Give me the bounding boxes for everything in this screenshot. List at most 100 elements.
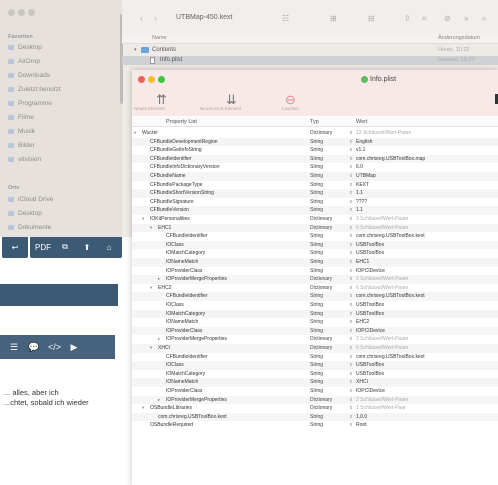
disclosure-triangle-icon[interactable]: ▾ — [142, 216, 144, 222]
list-view-icon[interactable]: ☷ — [282, 14, 289, 23]
plist-row[interactable]: IONameMatch String ⬍ EHC1 — [132, 258, 498, 267]
plist-type[interactable]: Dictionary — [310, 225, 332, 231]
sidebar-item[interactable]: Filme — [8, 114, 34, 121]
type-stepper-icon[interactable]: ⬍ — [349, 199, 353, 205]
plist-type[interactable]: String — [310, 207, 323, 213]
editor-icon[interactable]: ▶ — [68, 342, 80, 353]
type-stepper-icon[interactable]: ⬍ — [349, 268, 353, 274]
type-stepper-icon[interactable]: ⬍ — [349, 362, 353, 368]
plist-row[interactable]: ▾ OSBundleLibraries Dictionary ⬍ 1 Schlüssel… — [132, 404, 498, 413]
type-stepper-icon[interactable]: ⬍ — [349, 259, 353, 265]
type-stepper-icon[interactable]: ⬍ — [349, 354, 353, 360]
disclosure-triangle-icon[interactable]: ▸ — [158, 276, 160, 282]
editor-icon[interactable]: </> — [48, 342, 61, 352]
plist-row[interactable]: ▸ IOProviderMergeProperties Dictionary ⬍ 2 S… — [132, 335, 498, 344]
type-stepper-icon[interactable]: ⬍ — [349, 328, 353, 334]
plist-value[interactable]: v1.1 — [356, 147, 365, 153]
disclosure-triangle-icon[interactable]: ▾ — [150, 285, 152, 291]
plist-row[interactable]: CFBundlePackageType String ⬍ KEXT — [132, 181, 498, 190]
type-stepper-icon[interactable]: ⬍ — [349, 311, 353, 317]
plist-row[interactable]: IONameMatch String ⬍ XHCI — [132, 378, 498, 387]
type-stepper-icon[interactable]: ⬍ — [349, 156, 353, 162]
type-stepper-icon[interactable]: ⬍ — [349, 225, 353, 231]
plist-type[interactable]: Dictionary — [310, 397, 332, 403]
tag-icon[interactable]: ⌗ — [422, 14, 427, 24]
plist-row[interactable]: IOClass String ⬍ USBToolBox — [132, 301, 498, 310]
plist-type[interactable]: String — [310, 156, 323, 162]
plist-row[interactable]: CFBundleName String ⬍ UTBMap — [132, 172, 498, 181]
plist-row[interactable]: com.chrisreg.USBToolBox.kext String ⬍ 1.0.0 — [132, 412, 498, 422]
plist-row[interactable]: ▸ IOProviderMergeProperties Dictionary ⬍ 2 S… — [132, 395, 498, 405]
plist-row[interactable]: IOClass String ⬍ USBToolBox — [132, 240, 498, 250]
type-stepper-icon[interactable]: ⬍ — [349, 414, 353, 420]
editor-icon[interactable]: 💬 — [28, 342, 40, 353]
zoom-button[interactable] — [28, 9, 35, 16]
plist-type[interactable]: Dictionary — [310, 405, 332, 411]
share-icon[interactable]: ⇧ — [404, 14, 411, 23]
plist-row[interactable]: CFBundleIdentifier String ⬍ com.chrisreg.US… — [132, 292, 498, 301]
group-icon[interactable]: ⊟ — [368, 14, 375, 23]
column-value[interactable]: Wert — [356, 119, 368, 125]
plist-value[interactable]: 6 Schlüssel/Wert-Paare — [356, 345, 408, 351]
plist-value[interactable]: com.chrisreg.USBToolBox.kext — [356, 354, 425, 360]
plist-type[interactable]: String — [310, 242, 323, 248]
plist-type[interactable]: String — [310, 311, 323, 317]
plist-value[interactable]: com.chrisreg.USBToolBox.kext — [356, 293, 425, 299]
plist-type[interactable]: String — [310, 302, 323, 308]
plist-type[interactable]: String — [310, 268, 323, 274]
type-stepper-icon[interactable]: ⬍ — [349, 345, 353, 351]
type-stepper-icon[interactable]: ⬍ — [349, 285, 353, 291]
plist-row[interactable]: IOProviderClass String ⬍ IOPCIDevice — [132, 326, 498, 336]
type-stepper-icon[interactable]: ⬍ — [349, 397, 353, 403]
plist-row[interactable]: CFBundleDevelopmentRegion String ⬍ English — [132, 137, 498, 147]
plist-value[interactable]: IOPCIDevice — [356, 388, 385, 394]
more-icon[interactable]: » — [464, 14, 468, 23]
type-stepper-icon[interactable]: ⬍ — [349, 302, 353, 308]
plist-row[interactable]: CFBundleVersion String ⬍ 1.1 — [132, 206, 498, 215]
plist-row[interactable]: IOMatchCategory String ⬍ USBToolBox — [132, 370, 498, 379]
disclosure-triangle-icon[interactable]: ▸ — [158, 336, 160, 342]
disclosure-triangle-icon[interactable]: ▾ — [134, 47, 137, 53]
disclosure-triangle-icon[interactable]: ▾ — [142, 405, 144, 411]
type-stepper-icon[interactable]: ⬍ — [349, 336, 353, 342]
plist-row[interactable]: ▾ EHC1 Dictionary ⬍ 6 Schlüssel/Wert-Paare — [132, 223, 498, 233]
type-stepper-icon[interactable]: ⬍ — [349, 422, 353, 428]
plist-row[interactable]: IOMatchCategory String ⬍ USBToolBox — [132, 309, 498, 319]
type-stepper-icon[interactable]: ⬍ — [349, 250, 353, 256]
sidebar-item[interactable]: iCloud Drive — [8, 196, 53, 203]
finder-row-contents[interactable]: ▾ Contents Heute, 10:22 — [122, 46, 498, 55]
plist-value[interactable]: ???? — [356, 199, 367, 205]
type-stepper-icon[interactable]: ⬍ — [349, 379, 353, 385]
plist-type[interactable]: String — [310, 182, 323, 188]
type-stepper-icon[interactable]: ⬍ — [349, 207, 353, 213]
zoom-button[interactable] — [158, 76, 165, 83]
plist-row[interactable]: ▸ IOProviderMergeProperties Dictionary ⬍ 2 S… — [132, 275, 498, 284]
type-stepper-icon[interactable]: ⬍ — [349, 164, 353, 170]
sidebar-item[interactable]: Desktop — [8, 210, 42, 217]
browser-toolbar-button[interactable]: ⌂ — [96, 236, 122, 258]
plist-row[interactable]: ▾ EHC2 Dictionary ⬍ 6 Schlüssel/Wert-Paare — [132, 284, 498, 293]
plist-type[interactable]: String — [310, 388, 323, 394]
type-stepper-icon[interactable]: ⬍ — [349, 182, 353, 188]
plist-row[interactable]: CFBundleShortVersionString String ⬍ 1.1 — [132, 189, 498, 198]
type-stepper-icon[interactable]: ⬍ — [349, 147, 353, 153]
plist-row[interactable]: ▾ XHCI Dictionary ⬍ 6 Schlüssel/Wert-Paare — [132, 344, 498, 353]
forward-arrow-icon[interactable]: › — [154, 14, 157, 23]
plist-row[interactable]: ▾ Wurzel Dictionary ⬍ 13 Schlüssel/Wert-Paar… — [132, 129, 498, 138]
plist-type[interactable]: String — [310, 371, 323, 377]
plist-value[interactable]: UTBMap — [356, 173, 376, 179]
plist-row[interactable]: CFBundleIdentifier String ⬍ com.chrisreg.US… — [132, 154, 498, 164]
type-stepper-icon[interactable]: ⬍ — [349, 276, 353, 282]
sidebar-item[interactable]: AirDrop — [8, 58, 40, 65]
minimize-button[interactable] — [18, 9, 25, 16]
plist-row[interactable]: IOProviderClass String ⬍ IOPCIDevice — [132, 267, 498, 276]
sidebar-item[interactable]: Dokumente — [8, 224, 51, 231]
plist-row[interactable]: CFBundleInfoDictionaryVersion String ⬍ 6.0 — [132, 163, 498, 172]
plist-value[interactable]: XHCI — [356, 379, 368, 385]
plist-type[interactable]: String — [310, 354, 323, 360]
plist-row[interactable]: CFBundleIdentifier String ⬍ com.chrisreg.US… — [132, 353, 498, 362]
plist-value[interactable]: USBToolBox — [356, 371, 384, 377]
plist-value[interactable]: 13 Schlüssel/Wert-Paare — [356, 130, 411, 136]
plist-value[interactable]: KEXT — [356, 182, 369, 188]
type-stepper-icon[interactable]: ⬍ — [349, 371, 353, 377]
